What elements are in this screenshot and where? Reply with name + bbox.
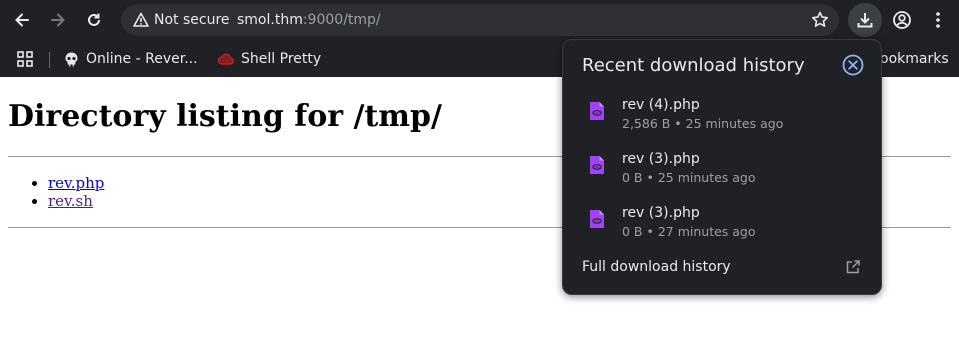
bookmark-label: Online - Rever... (86, 51, 198, 67)
bookmark-other-bookmarks[interactable]: ookmarks (880, 47, 949, 71)
bookmark-label: Shell Pretty (241, 51, 322, 67)
svg-text:php: php (594, 166, 602, 170)
bookmark-online-rever[interactable]: Online - Rever... (63, 47, 198, 71)
svg-text:php: php (594, 220, 602, 224)
popup-title: Recent download history (582, 55, 805, 76)
download-meta: 0 B • 25 minutes ago (622, 170, 756, 185)
security-chip[interactable]: Not secure (125, 8, 238, 32)
download-item[interactable]: php rev (3).php 0 B • 27 minutes ago (563, 203, 883, 255)
reload-icon (88, 13, 100, 26)
download-filename: rev (3).php (622, 205, 700, 221)
bookmark-label: ookmarks (880, 51, 949, 67)
arrow-right-icon (51, 13, 65, 27)
url-path: :9000/tmp/ (302, 12, 381, 28)
download-filename: rev (4).php (622, 97, 700, 113)
full-download-history-link[interactable]: Full download history (582, 259, 731, 275)
downloads-popup: Recent download history php rev (4).php … (562, 39, 882, 295)
menu-button[interactable] (922, 4, 954, 36)
bookmarks-separator (49, 52, 50, 68)
php-file-icon: php (590, 102, 604, 120)
apps-button[interactable] (16, 47, 34, 71)
arrow-left-icon (15, 13, 29, 27)
php-file-icon: php (590, 210, 604, 228)
more-vert-icon (936, 12, 940, 28)
bookmark-star-button[interactable] (811, 8, 829, 36)
address-bar[interactable]: Not secure smol.thm:9000/tmp/ (121, 4, 839, 36)
downloads-button[interactable] (848, 3, 882, 37)
security-label: Not secure (154, 12, 230, 28)
download-item[interactable]: php rev (3).php 0 B • 25 minutes ago (563, 149, 883, 201)
php-file-icon: php (590, 156, 604, 174)
download-item[interactable]: php rev (4).php 2,586 B • 25 minutes ago (563, 95, 883, 147)
url-host: smol.thm (237, 12, 303, 28)
download-meta: 2,586 B • 25 minutes ago (622, 116, 784, 131)
close-button[interactable] (841, 53, 865, 77)
download-meta: 0 B • 27 minutes ago (622, 224, 756, 239)
reload-button[interactable] (78, 4, 110, 36)
browser-toolbar: Not secure smol.thm:9000/tmp/ (0, 0, 959, 40)
profile-button[interactable] (886, 4, 918, 36)
url-text[interactable]: smol.thm:9000/tmp/ (237, 4, 381, 36)
download-filename: rev (3).php (622, 151, 700, 167)
close-icon (842, 54, 864, 76)
forward-button[interactable] (42, 4, 74, 36)
back-button[interactable] (6, 4, 38, 36)
file-link-rev-php[interactable]: rev.php (48, 174, 104, 192)
account-circle-icon (893, 11, 911, 29)
star-icon (812, 11, 828, 27)
apps-grid-icon (17, 51, 33, 67)
file-link-rev-sh[interactable]: rev.sh (48, 192, 93, 210)
open-in-new-icon[interactable] (845, 259, 861, 275)
warning-icon (133, 12, 149, 27)
download-icon (857, 13, 873, 28)
cloud-icon (217, 53, 235, 65)
skull-icon (65, 52, 78, 66)
svg-text:php: php (594, 112, 602, 116)
bookmark-shell-pretty[interactable]: Shell Pretty (217, 47, 321, 71)
